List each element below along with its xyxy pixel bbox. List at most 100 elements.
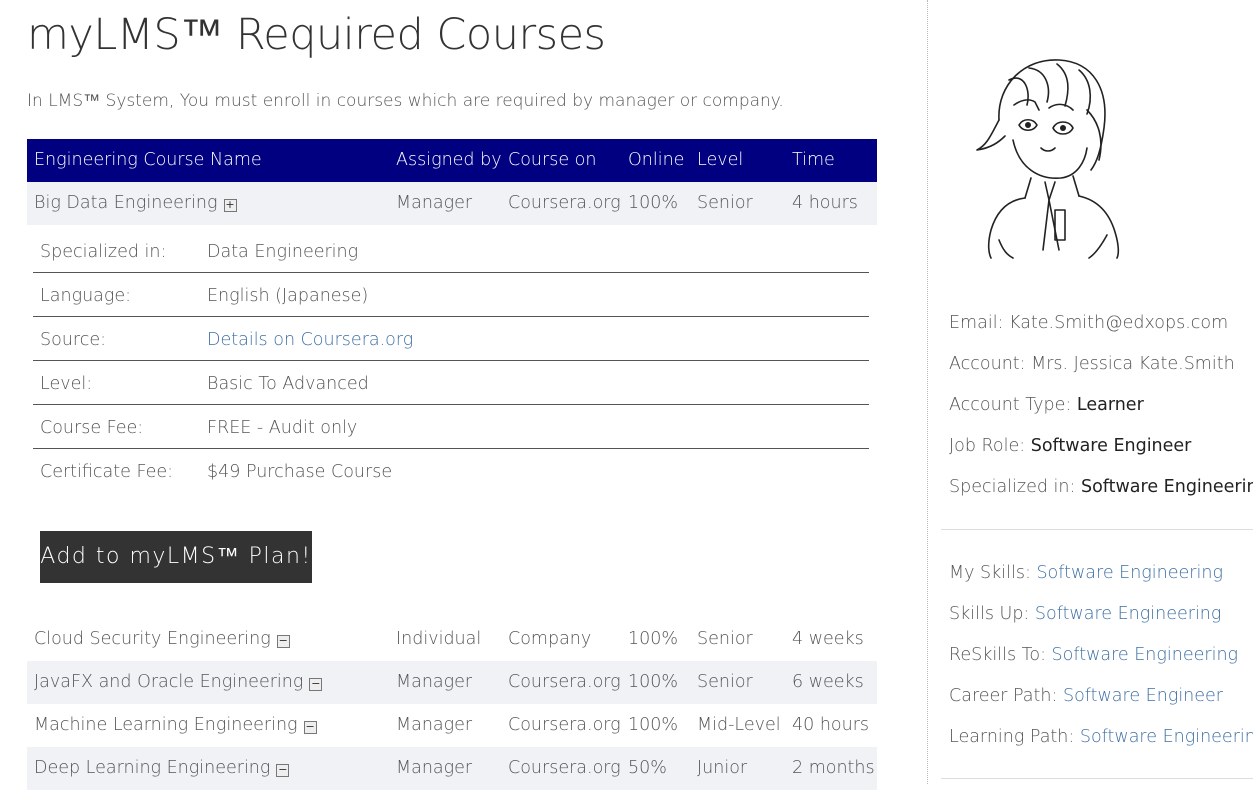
header-level: Level (697, 150, 744, 170)
course-level: Mid-Level (697, 715, 781, 735)
course-online: 100% (628, 629, 679, 649)
course-level: Senior (697, 672, 753, 692)
details-source-link[interactable]: Details on Coursera.org (207, 330, 413, 350)
detail-value: English (Japanese) (207, 286, 369, 306)
detail-label: Level: (40, 374, 93, 394)
header-time: Time (792, 150, 835, 170)
detail-value: $49 Purchase Course (207, 462, 393, 482)
courses-table-continued: Cloud Security Engineering − Individual C… (27, 618, 877, 790)
profile-career-path: Career Path: Software Engineer (949, 686, 1223, 706)
course-level: Senior (697, 629, 753, 649)
skills-up-label: Skills Up: (949, 604, 1030, 624)
profile-separator (941, 529, 1253, 530)
course-time: 40 hours (792, 715, 870, 735)
course-name-text: Cloud Security Engineering (34, 629, 271, 649)
collapse-toggle-icon[interactable]: − (276, 635, 290, 648)
course-name-text: Big Data Engineering (34, 193, 218, 213)
account-type-label: Account Type: (949, 395, 1072, 415)
learning-path-link[interactable]: Software Engineering (1080, 727, 1253, 747)
course-time: 2 months (792, 758, 875, 778)
profile-reskills: ReSkills To: Software Engineering (949, 645, 1238, 665)
page-intro: In LMS™ System, You must enroll in cours… (27, 91, 784, 111)
course-on: Company (508, 629, 592, 649)
detail-label: Source: (40, 330, 107, 350)
detail-row: Course Fee: FREE - Audit only (33, 405, 869, 449)
collapse-toggle-icon[interactable]: − (303, 721, 317, 734)
course-online: 100% (628, 715, 679, 735)
page-title: myLMS™ Required Courses (27, 10, 606, 60)
table-row[interactable]: Machine Learning Engineering − Manager Co… (27, 704, 877, 747)
course-name: JavaFX and Oracle Engineering − (34, 672, 323, 692)
profile-email: Email: Kate.Smith@edxops.com (949, 313, 1228, 333)
sidebar-divider (927, 0, 928, 784)
header-online: Online (628, 150, 685, 170)
course-assigned-by: Manager (396, 715, 473, 735)
course-time: 6 weeks (792, 672, 864, 692)
course-name-text: Deep Learning Engineering (34, 758, 271, 778)
detail-row: Source: Details on Coursera.org (33, 317, 869, 361)
collapse-toggle-icon[interactable]: − (276, 764, 290, 777)
detail-label: Specialized in: (40, 242, 167, 262)
course-name-text: Machine Learning Engineering (34, 715, 298, 735)
courses-table: Engineering Course Name Assigned by Cour… (27, 139, 877, 225)
course-assigned-by: Individual (396, 629, 482, 649)
course-name: Cloud Security Engineering − (34, 629, 290, 649)
course-on: Coursera.org (508, 758, 621, 778)
header-course-name: Engineering Course Name (34, 150, 262, 170)
detail-label: Language: (40, 286, 132, 306)
detail-row: Language: English (Japanese) (33, 273, 869, 317)
course-online: 50% (628, 758, 667, 778)
profile-job-role: Job Role: Software Engineer (949, 436, 1191, 456)
job-role-label: Job Role: (949, 436, 1026, 456)
reskills-link[interactable]: Software Engineering (1052, 645, 1239, 665)
skills-up-link[interactable]: Software Engineering (1035, 604, 1222, 624)
course-time: 4 weeks (792, 629, 864, 649)
course-name-text: JavaFX and Oracle Engineering (34, 672, 304, 692)
course-online: 100% (628, 193, 679, 213)
specialized-label: Specialized in: (949, 477, 1076, 497)
job-role-value: Software Engineer (1030, 436, 1192, 456)
course-level: Senior (697, 193, 753, 213)
header-assigned-by: Assigned by (396, 150, 502, 170)
email-value: Kate.Smith@edxops.com (1009, 313, 1229, 333)
profile-specialized: Specialized in: Software Engineering (949, 477, 1253, 497)
course-assigned-by: Manager (396, 193, 473, 213)
header-course-on: Course on (508, 150, 597, 170)
avatar (976, 59, 1120, 259)
course-name: Machine Learning Engineering − (34, 715, 317, 735)
detail-row: Level: Basic To Advanced (33, 361, 869, 405)
detail-value: Basic To Advanced (207, 374, 369, 394)
profile-learning-path: Learning Path: Software Engineering (949, 727, 1253, 747)
table-row[interactable]: Cloud Security Engineering − Individual C… (27, 618, 877, 661)
career-path-link[interactable]: Software Engineer (1063, 686, 1223, 706)
my-skills-link[interactable]: Software Engineering (1036, 563, 1223, 583)
course-level: Junior (697, 758, 748, 778)
table-header: Engineering Course Name Assigned by Cour… (27, 139, 877, 182)
course-online: 100% (628, 672, 679, 692)
learning-path-label: Learning Path: (949, 727, 1075, 747)
course-assigned-by: Manager (396, 758, 473, 778)
course-name: Big Data Engineering + (34, 193, 237, 213)
profile-separator-bottom (941, 778, 1253, 779)
detail-value: FREE - Audit only (207, 418, 358, 438)
course-on: Coursera.org (508, 672, 621, 692)
detail-label: Certificate Fee: (40, 462, 174, 482)
add-to-plan-button[interactable]: Add to myLMS™ Plan! (40, 531, 312, 583)
detail-row: Specialized in: Data Engineering (33, 229, 869, 273)
course-details: Specialized in: Data Engineering Languag… (33, 229, 869, 493)
account-value: Mrs. Jessica Kate.Smith (1031, 354, 1235, 374)
table-row-expanded[interactable]: Big Data Engineering + Manager Coursera.o… (27, 182, 877, 225)
course-on: Coursera.org (508, 193, 621, 213)
collapse-toggle-icon[interactable]: − (309, 678, 323, 691)
account-label: Account: (949, 354, 1026, 374)
table-row[interactable]: JavaFX and Oracle Engineering − Manager C… (27, 661, 877, 704)
course-name: Deep Learning Engineering − (34, 758, 290, 778)
career-path-label: Career Path: (949, 686, 1058, 706)
detail-value: Data Engineering (207, 242, 359, 262)
profile-account: Account: Mrs. Jessica Kate.Smith (949, 354, 1235, 374)
expand-toggle-icon[interactable]: + (223, 199, 237, 212)
my-skills-label: My Skills: (949, 563, 1031, 583)
account-type-value: Learner (1076, 395, 1144, 415)
detail-label: Course Fee: (40, 418, 144, 438)
profile-skills-up: Skills Up: Software Engineering (949, 604, 1221, 624)
